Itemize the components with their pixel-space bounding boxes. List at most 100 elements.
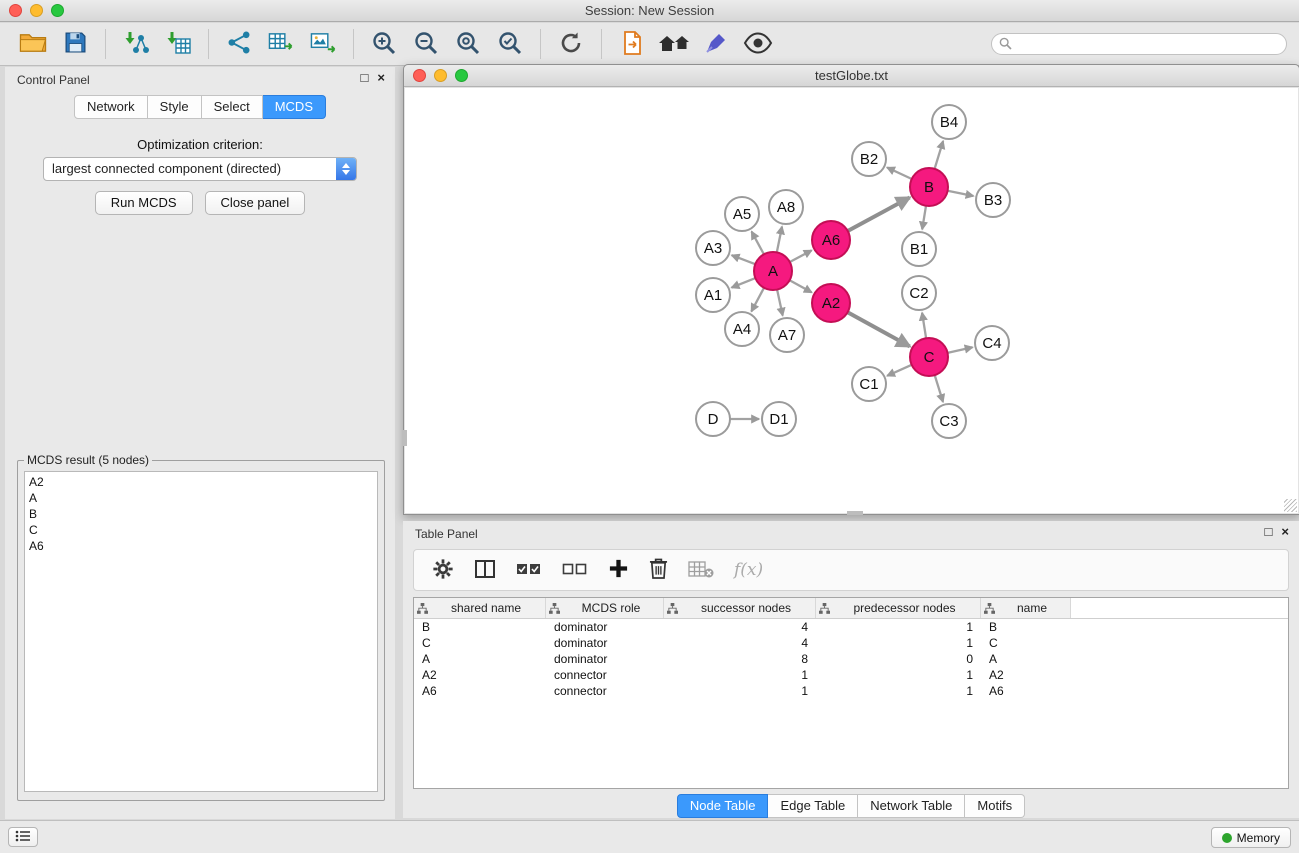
tab-style[interactable]: Style (148, 95, 202, 119)
mcds-result-item[interactable]: A2 (29, 474, 373, 490)
graph-node-A7[interactable]: A7 (770, 318, 804, 352)
column-header-name[interactable]: name (981, 598, 1071, 618)
table-cell[interactable]: 1 (816, 667, 981, 683)
close-panel-button[interactable]: Close panel (205, 191, 306, 215)
graph-node-C3[interactable]: C3 (932, 404, 966, 438)
graphics-details-button[interactable] (695, 26, 737, 62)
zoom-in-button[interactable] (363, 26, 405, 62)
graph-node-B3[interactable]: B3 (976, 183, 1010, 217)
show-hide-button[interactable] (737, 26, 779, 62)
network-graph[interactable]: B4B2BB3A8A5A6A3B1AC2A1A2A4A7C4CC1DD1C3 (405, 88, 1299, 514)
network-canvas[interactable]: B4B2BB3A8A5A6A3B1AC2A1A2A4A7C4CC1DD1C3 (405, 88, 1298, 513)
graph-edge-A-A6[interactable] (790, 250, 812, 262)
table-cell[interactable]: connector (546, 683, 664, 699)
zoom-fit-button[interactable] (447, 26, 489, 62)
table-cell[interactable]: A6 (981, 683, 1071, 699)
graph-node-A4[interactable]: A4 (725, 312, 759, 346)
graph-edge-B-B2[interactable] (887, 168, 912, 180)
graph-node-B1[interactable]: B1 (902, 232, 936, 266)
run-mcds-button[interactable]: Run MCDS (95, 191, 193, 215)
table-row[interactable]: A6connector11A6 (414, 683, 1288, 699)
function-builder-button[interactable]: f(x) (734, 560, 763, 580)
table-cell[interactable]: 4 (664, 619, 816, 635)
graph-node-C1[interactable]: C1 (852, 367, 886, 401)
task-history-button[interactable] (8, 827, 38, 847)
graph-edge-B-B3[interactable] (948, 191, 974, 196)
table-cell[interactable]: B (981, 619, 1071, 635)
graph-node-B[interactable]: B (910, 168, 948, 206)
select-all-button[interactable] (516, 562, 542, 579)
graph-edge-A-A5[interactable] (752, 232, 764, 255)
graph-node-C[interactable]: C (910, 338, 948, 376)
tab-motifs[interactable]: Motifs (965, 794, 1025, 818)
graph-node-D[interactable]: D (696, 402, 730, 436)
minimize-window-button[interactable] (30, 4, 43, 17)
graph-edge-C-C4[interactable] (948, 347, 973, 353)
table-cell[interactable]: 1 (816, 635, 981, 651)
search-input[interactable] (991, 33, 1287, 55)
table-cell[interactable]: 8 (664, 651, 816, 667)
graph-node-B2[interactable]: B2 (852, 142, 886, 176)
tab-network-table[interactable]: Network Table (858, 794, 965, 818)
float-panel-icon[interactable]: □ (361, 71, 369, 85)
close-panel-icon[interactable]: × (377, 71, 385, 85)
graph-edge-C-C3[interactable] (935, 375, 943, 402)
graph-edge-A-A3[interactable] (732, 255, 756, 264)
table-cell[interactable]: C (981, 635, 1071, 651)
graph-edge-A-A8[interactable] (777, 227, 782, 253)
mcds-result-list[interactable]: A2ABCA6 (24, 471, 378, 792)
graph-node-A2[interactable]: A2 (812, 284, 850, 322)
graph-node-A3[interactable]: A3 (696, 231, 730, 265)
graph-node-A5[interactable]: A5 (725, 197, 759, 231)
mcds-result-item[interactable]: A (29, 490, 373, 506)
tab-mcds[interactable]: MCDS (263, 95, 326, 119)
table-cell[interactable]: A (414, 651, 546, 667)
tab-node-table[interactable]: Node Table (677, 794, 769, 818)
table-cell[interactable]: dominator (546, 619, 664, 635)
dropdown-stepper-icon[interactable] (336, 158, 356, 180)
resize-grip[interactable] (1284, 499, 1297, 512)
graph-edge-A-A4[interactable] (751, 288, 764, 312)
zoom-selected-button[interactable] (489, 26, 531, 62)
minimize-network-window-button[interactable] (434, 69, 447, 82)
export-table-button[interactable] (260, 26, 302, 62)
graph-node-C2[interactable]: C2 (902, 276, 936, 310)
export-image-button[interactable] (302, 26, 344, 62)
column-header-shared-name[interactable]: shared name (414, 598, 546, 618)
graph-node-A8[interactable]: A8 (769, 190, 803, 224)
graph-edge-A6-B[interactable] (848, 198, 910, 232)
table-cell[interactable]: 0 (816, 651, 981, 667)
graph-edge-B-B1[interactable] (922, 206, 926, 230)
save-session-button[interactable] (54, 26, 96, 62)
tab-edge-table[interactable]: Edge Table (768, 794, 858, 818)
table-cell[interactable]: 1 (664, 683, 816, 699)
network-window-titlebar[interactable]: testGlobe.txt (404, 65, 1299, 87)
import-network-file-button[interactable] (115, 26, 157, 62)
table-settings-button[interactable] (432, 558, 454, 583)
table-row[interactable]: A2connector11A2 (414, 667, 1288, 683)
float-panel-icon[interactable]: □ (1265, 525, 1273, 539)
table-cell[interactable]: C (414, 635, 546, 651)
tab-network[interactable]: Network (74, 95, 148, 119)
graph-edge-B-B4[interactable] (935, 141, 944, 169)
open-session-document-button[interactable] (611, 26, 653, 62)
edge-resize-handle[interactable] (847, 511, 863, 515)
table-cell[interactable]: connector (546, 667, 664, 683)
graph-edge-A-A1[interactable] (732, 278, 756, 288)
table-cell[interactable]: 1 (664, 667, 816, 683)
import-table-file-button[interactable] (157, 26, 199, 62)
zoom-window-button[interactable] (51, 4, 64, 17)
optimization-criterion-dropdown[interactable]: largest connected component (directed) (43, 157, 357, 181)
column-header-predecessor-nodes[interactable]: predecessor nodes (816, 598, 981, 618)
table-row[interactable]: Adominator80A (414, 651, 1288, 667)
column-layout-button[interactable] (474, 558, 496, 583)
mcds-result-item[interactable]: C (29, 522, 373, 538)
table-cell[interactable]: dominator (546, 651, 664, 667)
table-cell[interactable]: 1 (816, 619, 981, 635)
column-header-MCDS-role[interactable]: MCDS role (546, 598, 664, 618)
new-network-button[interactable] (218, 26, 260, 62)
home-button[interactable] (653, 26, 695, 62)
zoom-out-button[interactable] (405, 26, 447, 62)
close-window-button[interactable] (9, 4, 22, 17)
table-cell[interactable]: A2 (981, 667, 1071, 683)
